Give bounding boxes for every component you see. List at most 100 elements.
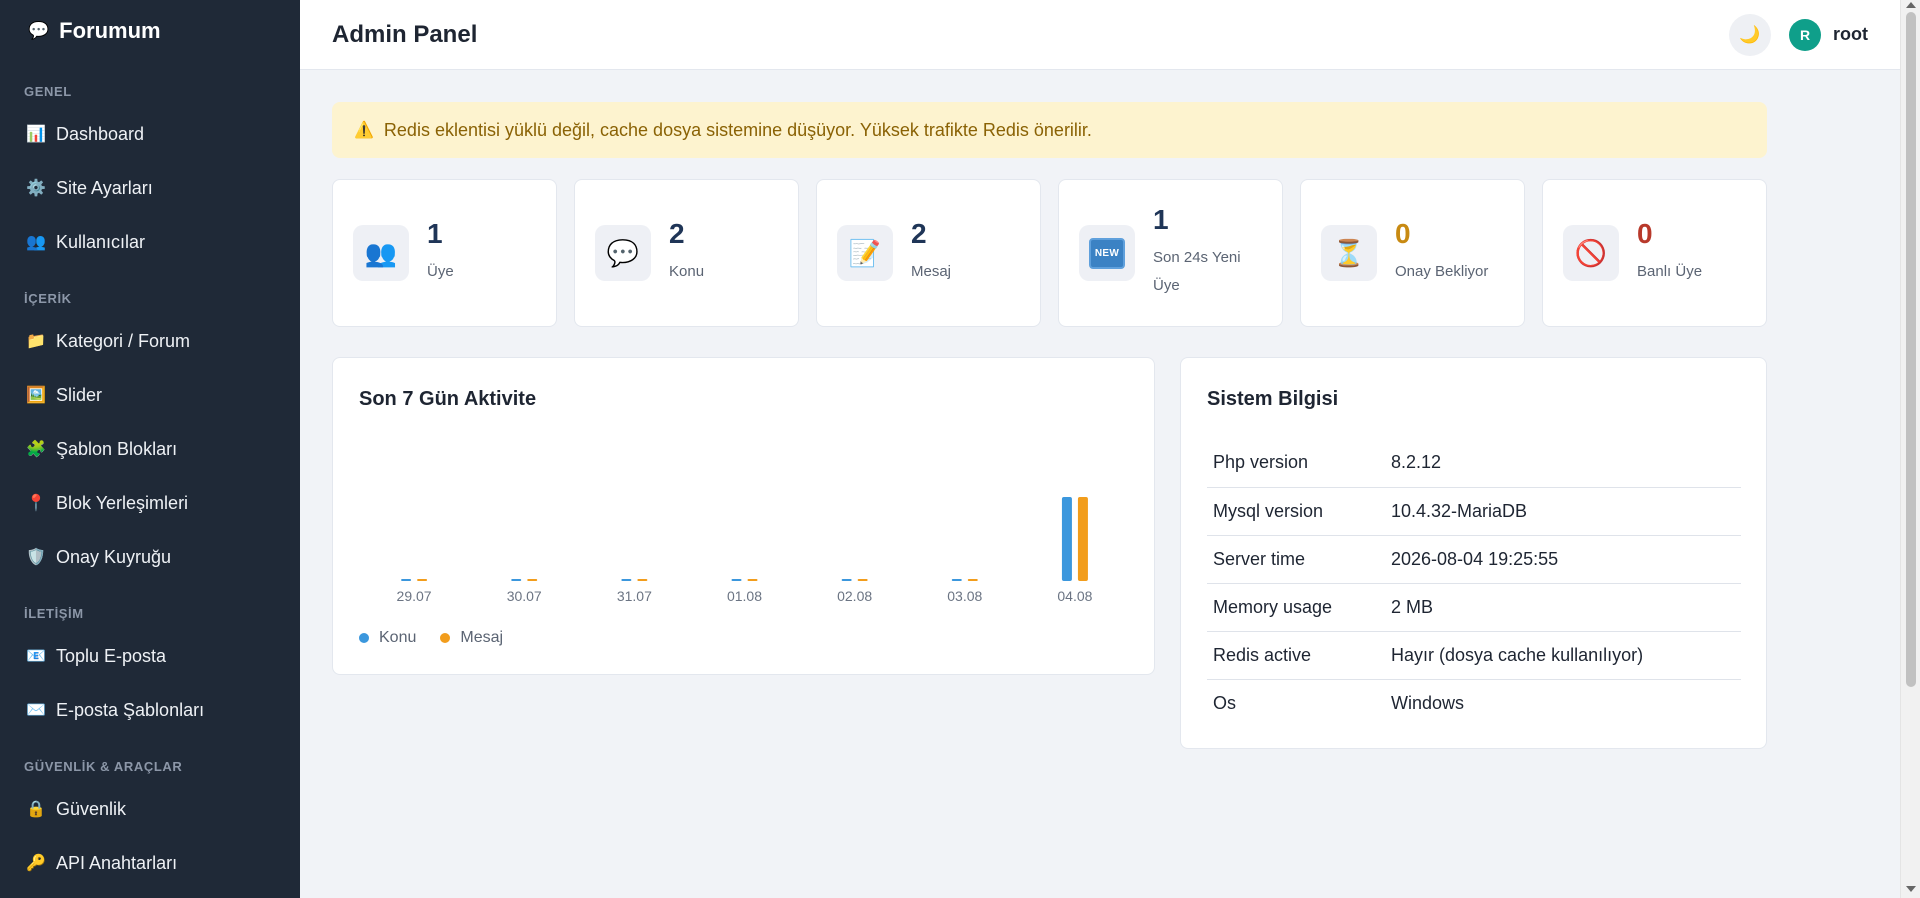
bar-konu[interactable]: [731, 579, 742, 581]
username: root: [1833, 24, 1868, 44]
avatar: R: [1789, 18, 1821, 51]
system-info-row: Server time 2026-08-04 19:25:55: [1207, 535, 1741, 584]
users-icon: 👥: [353, 225, 409, 281]
gear-icon: ⚙️: [26, 180, 46, 197]
mass-mail-icon: 📧: [26, 648, 46, 665]
sidebar-item[interactable]: 📊 Dashboard: [0, 107, 300, 161]
bar-konu[interactable]: [511, 579, 522, 581]
stat-value: 2: [669, 218, 685, 250]
system-info-value: 8.2.12: [1385, 439, 1741, 488]
stat-text: 0 Banlı Üye: [1637, 219, 1702, 286]
stat-card: 👥 1 Üye: [332, 179, 557, 327]
sidebar-item-label: Onay Kuyruğu: [56, 546, 172, 567]
stat-text: 1 Üye: [427, 219, 454, 286]
legend-item[interactable]: Mesaj: [440, 629, 503, 647]
stat-text: 2 Mesaj: [911, 219, 951, 286]
stat-label: Mesaj: [911, 263, 952, 281]
stat-text: 0 Onay Bekliyor: [1395, 219, 1488, 286]
x-tick-label: 03.08: [947, 588, 982, 604]
sidebar-nav: GENEL 📊 Dashboard ⚙️ Site Ayarları 👥 Kullanıcı…: [0, 84, 300, 890]
brand-logo[interactable]: 💬 Forumum: [0, 0, 300, 62]
x-tick-label: 30.07: [507, 588, 542, 604]
legend-dot: [359, 633, 369, 643]
system-info-row: Mysql version 10.4.32-MariaDB: [1207, 487, 1741, 536]
stat-value: 0: [1637, 218, 1653, 250]
sidebar-item-label: Slider: [56, 384, 103, 405]
speech-balloon-icon: 💬: [595, 225, 651, 281]
sidebar-item[interactable]: 📁 Kategori / Forum: [0, 314, 300, 368]
new-badge: NEW: [1088, 237, 1126, 269]
sidebar-item[interactable]: 🛡️ Onay Kuyruğu: [0, 530, 300, 584]
users-icon: 👥: [26, 234, 46, 251]
legend-label: Konu: [379, 629, 417, 646]
system-info-row: Redis active Hayır (dosya cache kullanılı…: [1207, 631, 1741, 680]
sidebar-section-title: GÜVENLİK & ARAÇLAR: [24, 759, 183, 774]
bar-mesaj[interactable]: [857, 579, 868, 581]
theme-toggle-button[interactable]: 🌙: [1729, 13, 1771, 56]
x-tick-label: 29.07: [397, 588, 432, 604]
stat-card: NEW 1 Son 24s Yeni Üye: [1058, 179, 1283, 327]
x-tick-label: 02.08: [837, 588, 872, 604]
sidebar-item-label: Kategori / Forum: [56, 330, 191, 351]
legend-item[interactable]: Konu: [359, 629, 416, 647]
bar-konu[interactable]: [841, 579, 852, 581]
sidebar-item-label: Güvenlik: [56, 798, 127, 819]
bar-mesaj[interactable]: [747, 579, 758, 581]
sidebar-item-label: Toplu E-posta: [56, 645, 167, 666]
system-info-row: Php version 8.2.12: [1207, 439, 1741, 488]
stat-value: 2: [911, 218, 927, 250]
scroll-up-icon[interactable]: [1906, 2, 1916, 8]
stat-glyph: 💬: [606, 237, 640, 268]
scroll-down-icon[interactable]: [1906, 886, 1916, 892]
system-info-key: Memory usage: [1207, 583, 1385, 632]
brand-name: Forumum: [59, 18, 161, 43]
stat-card: 📝 2 Mesaj: [816, 179, 1041, 327]
sidebar-item[interactable]: 👥 Kullanıcılar: [0, 215, 300, 269]
topbar-actions: 🌙 R root: [1729, 13, 1868, 56]
legend-label: Mesaj: [460, 629, 504, 646]
bar-mesaj[interactable]: [1077, 497, 1088, 581]
bar-mesaj[interactable]: [527, 579, 538, 581]
bar-konu[interactable]: [401, 579, 412, 581]
lock-icon: 🔒: [26, 801, 46, 818]
sidebar-item-label: Şablon Blokları: [56, 438, 178, 459]
stat-label: Konu: [669, 263, 705, 281]
system-info-key: Mysql version: [1207, 487, 1385, 536]
bar-konu[interactable]: [1061, 497, 1072, 581]
stat-label: Son 24s Yeni Üye: [1153, 248, 1241, 295]
bar-mesaj[interactable]: [967, 579, 978, 581]
sidebar-item[interactable]: 🔑 API Anahtarları: [0, 836, 300, 890]
sidebar-item[interactable]: ⚙️ Site Ayarları: [0, 161, 300, 215]
sidebar-item[interactable]: 📧 Toplu E-posta: [0, 629, 300, 683]
moon-icon: 🌙: [1739, 24, 1761, 44]
sidebar-item[interactable]: 🔒 Güvenlik: [0, 782, 300, 836]
bar-konu[interactable]: [951, 579, 962, 581]
bar-mesaj[interactable]: [637, 579, 648, 581]
sidebar-item[interactable]: 🧩 Şablon Blokları: [0, 422, 300, 476]
bar-chart-icon: 📊: [26, 126, 46, 143]
scrollbar-thumb[interactable]: [1906, 12, 1916, 687]
sidebar-item[interactable]: 🖼️ Slider: [0, 368, 300, 422]
sidebar-item[interactable]: 📍 Blok Yerleşimleri: [0, 476, 300, 530]
page-scrollbar[interactable]: [1900, 0, 1920, 898]
user-menu[interactable]: R root: [1789, 18, 1868, 51]
bar-konu[interactable]: [621, 579, 632, 581]
envelope-icon: ✉️: [26, 702, 46, 719]
stat-glyph: 👥: [364, 237, 398, 268]
sidebar-item-label: Kullanıcılar: [56, 231, 146, 252]
system-info-value: Windows: [1391, 692, 1465, 713]
system-info-value: Hayır (dosya cache kullanılıyor): [1385, 631, 1741, 680]
system-info-key: Redis active: [1207, 631, 1385, 680]
stat-value: 1: [1153, 204, 1169, 236]
chart-legend: Konu Mesaj: [359, 629, 503, 647]
sidebar-item[interactable]: ✉️ E-posta Şablonları: [0, 683, 300, 737]
new-badge-icon: NEW: [1079, 225, 1135, 281]
system-info-row: Memory usage 2 MB: [1207, 583, 1741, 632]
bar-mesaj[interactable]: [417, 579, 428, 581]
legend-dot: [440, 633, 451, 643]
x-tick-label: 04.08: [1057, 588, 1092, 604]
picture-icon: 🖼️: [26, 387, 46, 404]
sidebar-item-label: Site Ayarları: [56, 177, 153, 198]
stat-card: ⏳ 0 Onay Bekliyor: [1300, 179, 1525, 327]
system-info-key: Server time: [1207, 535, 1385, 584]
